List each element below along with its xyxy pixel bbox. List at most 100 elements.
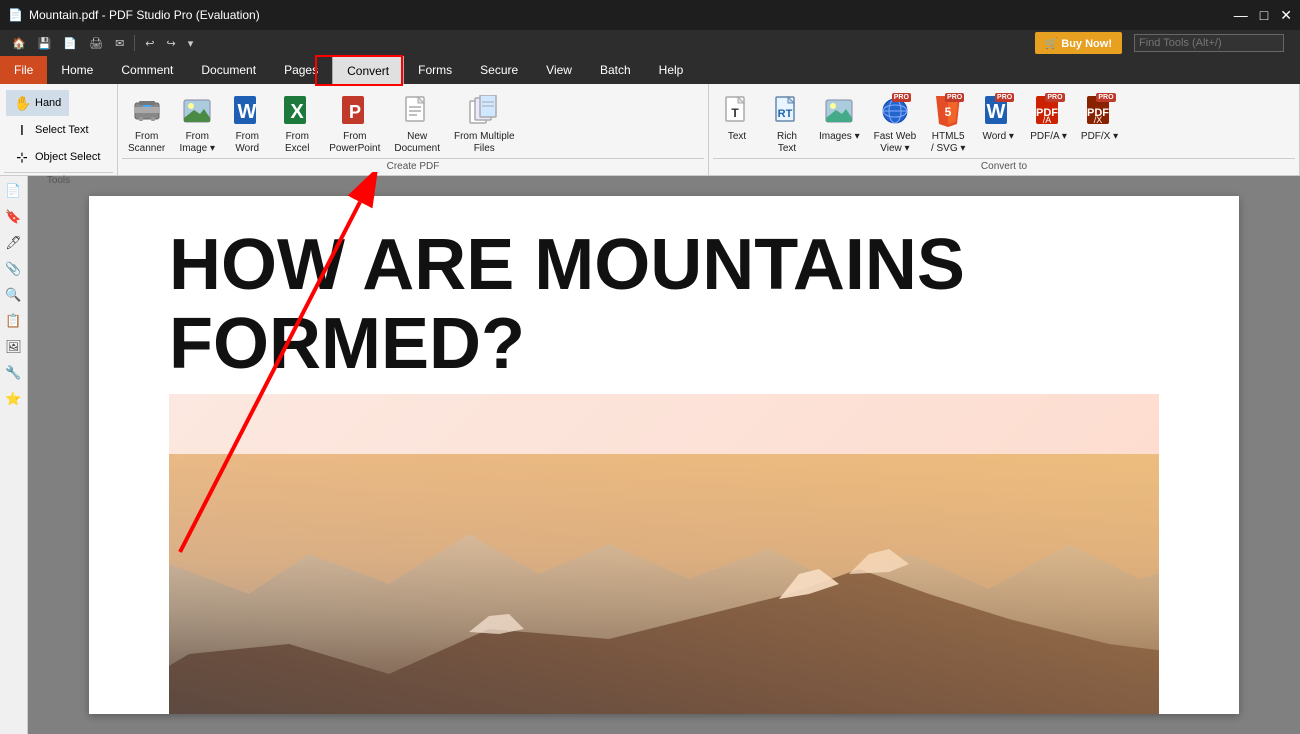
ribbon-convert-to-group: T Text RT xyxy=(709,84,1300,175)
btn-from-image[interactable]: FromImage ▾ xyxy=(173,90,221,158)
menu-batch[interactable]: Batch xyxy=(586,56,645,84)
qa-email-button[interactable]: ✉ xyxy=(111,35,128,52)
svg-text:W: W xyxy=(987,101,1006,123)
pdfa-label: PDF/A ▾ xyxy=(1030,131,1067,143)
images-label: Images ▾ xyxy=(819,131,860,143)
rich-text-label: RichText xyxy=(777,131,797,155)
svg-text:T: T xyxy=(731,106,739,120)
page-content: HOW ARE MOUNTAINS FORMED? xyxy=(89,196,1239,714)
document-area: HOW ARE MOUNTAINS FORMED? xyxy=(28,176,1300,734)
tool-object-select-label: Object Select xyxy=(35,151,100,163)
document-heading: HOW ARE MOUNTAINS FORMED? xyxy=(169,226,1199,384)
title-bar-left: 📄 Mountain.pdf - PDF Studio Pro (Evaluat… xyxy=(8,8,260,22)
tool-hand[interactable]: ✋ Hand xyxy=(6,90,69,116)
sidebar-image-icon[interactable]: 🖼 xyxy=(3,336,25,358)
btn-fast-web-view[interactable]: PRO Fast WebView ▾ xyxy=(868,90,923,158)
object-select-icon: ⊹ xyxy=(14,149,30,166)
new-document-label: NewDocument xyxy=(394,131,440,155)
tool-object-select[interactable]: ⊹ Object Select xyxy=(6,144,108,170)
word-convert-icon: PRO W xyxy=(982,93,1014,129)
sidebar-annotation-icon[interactable]: 🖊 xyxy=(3,232,25,254)
find-tools-area: 🛒 Buy Now! xyxy=(1035,32,1292,54)
menu-forms[interactable]: Forms xyxy=(404,56,466,84)
btn-convert-text[interactable]: T Text xyxy=(713,90,761,158)
btn-new-document[interactable]: NewDocument xyxy=(388,90,446,158)
btn-rich-text[interactable]: RT RichText xyxy=(763,90,811,158)
sidebar-clipboard-icon[interactable]: 📋 xyxy=(3,310,25,332)
tool-select-text[interactable]: Ⅰ Select Text xyxy=(6,117,97,143)
pdfa-icon: PRO PDF /A xyxy=(1033,93,1065,129)
tools-group-label: Tools xyxy=(4,172,113,189)
minimize-button[interactable]: — xyxy=(1234,7,1248,24)
from-powerpoint-icon: P xyxy=(339,93,371,129)
svg-text:/X: /X xyxy=(1093,115,1102,125)
qa-separator-1 xyxy=(134,35,135,51)
qa-print-button[interactable]: 🖨 xyxy=(85,35,107,52)
buy-now-button[interactable]: 🛒 Buy Now! xyxy=(1035,32,1122,54)
hand-icon: ✋ xyxy=(14,95,30,112)
from-image-icon xyxy=(181,93,213,129)
btn-images[interactable]: Images ▾ xyxy=(813,90,866,158)
pdfx-label: PDF/X ▾ xyxy=(1081,131,1118,143)
menu-view[interactable]: View xyxy=(532,56,586,84)
svg-text:P: P xyxy=(349,102,361,122)
svg-text:/A: /A xyxy=(1042,115,1051,125)
qa-new-button[interactable]: 📄 xyxy=(59,35,81,52)
btn-from-scanner[interactable]: FromScanner xyxy=(122,90,171,158)
from-word-label: FromWord xyxy=(235,131,259,155)
btn-pdfa[interactable]: PRO PDF /A PDF/A ▾ xyxy=(1024,90,1073,158)
btn-html5-svg[interactable]: PRO 5 HTML5/ SVG ▾ xyxy=(924,90,972,158)
svg-text:X: X xyxy=(291,101,305,123)
window-controls[interactable]: — □ ✕ xyxy=(1234,7,1292,24)
page-title-area: HOW ARE MOUNTAINS FORMED? xyxy=(89,196,1239,394)
btn-from-excel[interactable]: X FromExcel xyxy=(273,90,321,158)
word-convert-label: Word ▾ xyxy=(982,131,1014,143)
new-document-icon xyxy=(401,93,433,129)
from-multiple-icon xyxy=(468,93,500,129)
create-pdf-group-label: Create PDF xyxy=(122,158,704,175)
fast-web-view-label: Fast WebView ▾ xyxy=(874,131,917,155)
convert-to-group-label: Convert to xyxy=(713,158,1295,175)
from-excel-label: FromExcel xyxy=(285,131,309,155)
app-icon: 📄 xyxy=(8,8,23,22)
from-scanner-label: FromScanner xyxy=(128,131,165,155)
sidebar-bookmark-icon[interactable]: 🔖 xyxy=(3,206,25,228)
sidebar-search-icon[interactable]: 🔍 xyxy=(3,284,25,306)
mountain-image xyxy=(169,454,1159,714)
sidebar-star-icon[interactable]: ⭐ xyxy=(3,388,25,410)
btn-word-convert[interactable]: PRO W Word ▾ xyxy=(974,90,1022,158)
btn-pdfx[interactable]: PRO PDF /X PDF/X ▾ xyxy=(1075,90,1124,158)
menu-pages[interactable]: Pages xyxy=(270,56,332,84)
images-icon xyxy=(823,93,855,129)
qa-undo-button[interactable]: ↩ xyxy=(141,35,158,52)
convert-text-icon: T xyxy=(721,93,753,129)
pdfx-icon: PRO PDF /X xyxy=(1084,93,1116,129)
buy-now-label: 🛒 Buy Now! xyxy=(1045,37,1112,50)
ribbon-tools-group: ✋ Hand Ⅰ Select Text ⊹ Object Select Too… xyxy=(0,84,118,175)
fast-web-view-icon: PRO xyxy=(879,93,911,129)
sidebar-attachment-icon[interactable]: 📎 xyxy=(3,258,25,280)
qa-dropdown-button[interactable]: ▾ xyxy=(184,35,198,52)
app-title: Mountain.pdf - PDF Studio Pro (Evaluatio… xyxy=(29,8,260,22)
btn-from-word[interactable]: W FromWord xyxy=(223,90,271,158)
qa-redo-button[interactable]: ↪ xyxy=(163,35,180,52)
qa-home-button[interactable]: 🏠 xyxy=(8,35,30,52)
qa-save-button[interactable]: 💾 xyxy=(34,35,56,52)
sidebar-tools-icon[interactable]: 🔧 xyxy=(3,362,25,384)
menu-comment[interactable]: Comment xyxy=(107,56,187,84)
menu-document[interactable]: Document xyxy=(187,56,270,84)
menu-file[interactable]: File xyxy=(0,56,47,84)
menu-convert[interactable]: Convert xyxy=(332,56,404,84)
close-button[interactable]: ✕ xyxy=(1280,7,1292,24)
find-tools-input[interactable] xyxy=(1134,34,1284,52)
btn-from-powerpoint[interactable]: P FromPowerPoint xyxy=(323,90,386,158)
menu-help[interactable]: Help xyxy=(645,56,698,84)
btn-from-multiple[interactable]: From MultipleFiles xyxy=(448,90,521,158)
svg-text:W: W xyxy=(238,101,257,123)
from-image-label: FromImage ▾ xyxy=(179,131,215,155)
select-text-icon: Ⅰ xyxy=(14,122,30,139)
menu-secure[interactable]: Secure xyxy=(466,56,532,84)
menu-home[interactable]: Home xyxy=(47,56,107,84)
maximize-button[interactable]: □ xyxy=(1260,7,1268,24)
html5-icon: PRO 5 xyxy=(932,93,964,129)
